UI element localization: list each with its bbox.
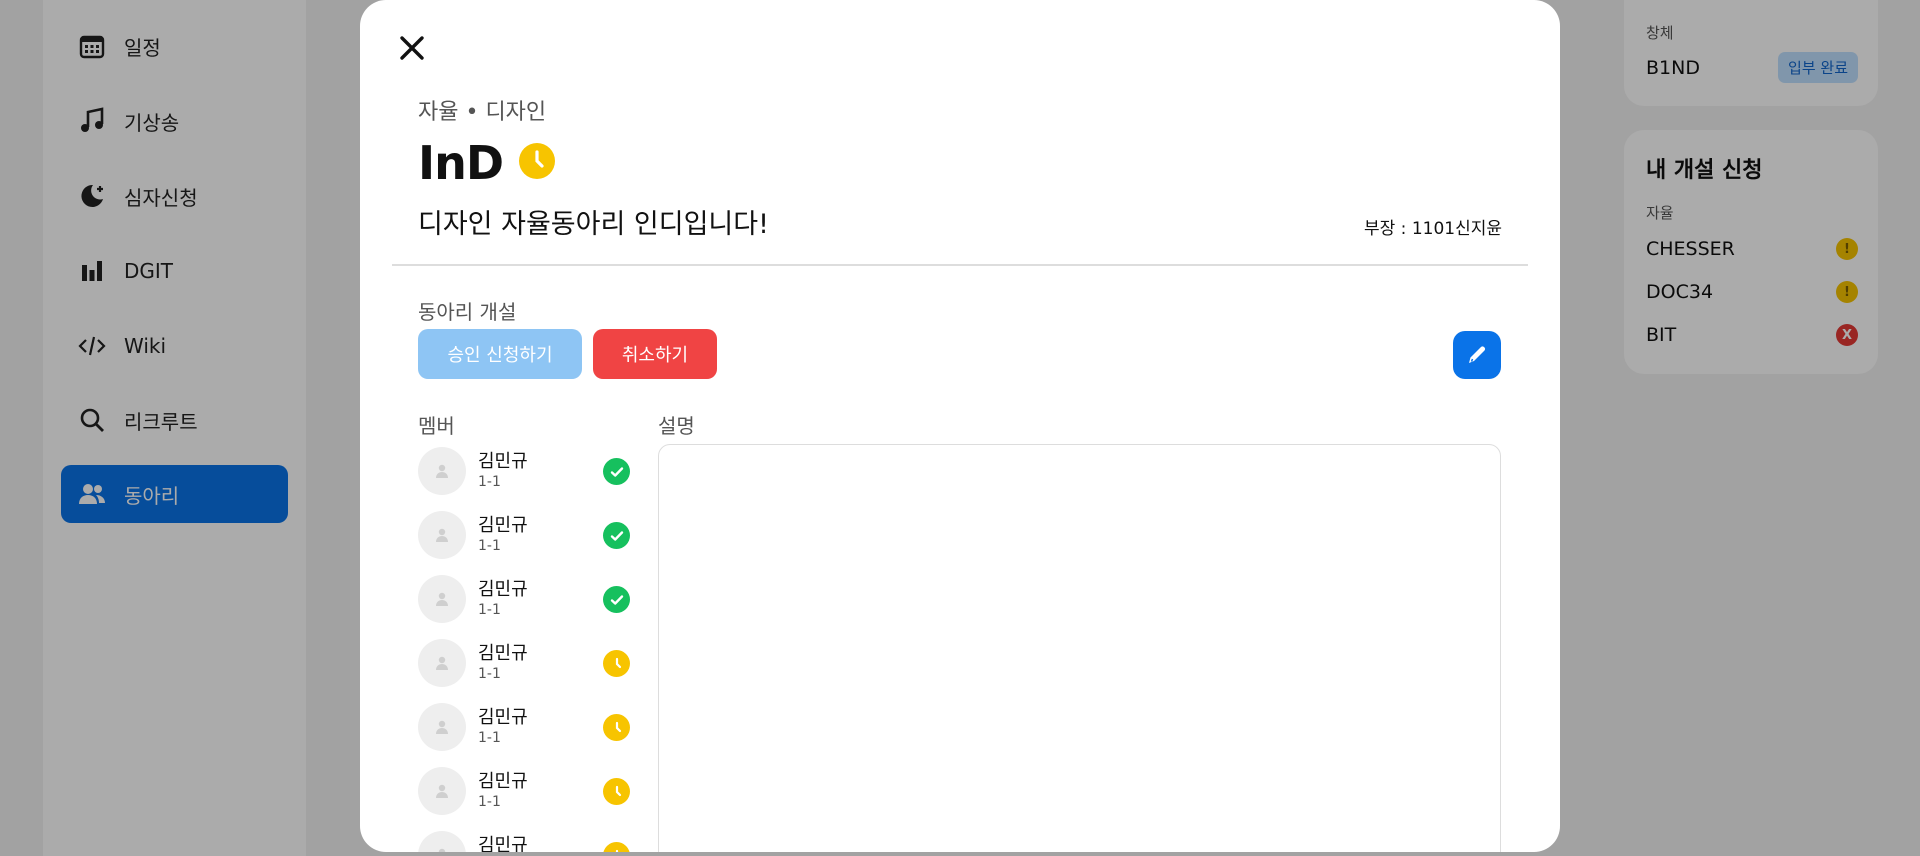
close-button[interactable] (394, 30, 430, 66)
member-item[interactable]: 김민규 1-1 (418, 510, 630, 560)
member-item[interactable]: 김민규 1-1 (418, 638, 630, 688)
description-textarea[interactable] (658, 444, 1501, 852)
member-class: 1-1 (478, 474, 501, 490)
member-name: 김민규 (478, 451, 528, 472)
avatar (418, 639, 466, 687)
cancel-button[interactable]: 취소하기 (593, 329, 717, 379)
member-class: 1-1 (478, 794, 501, 810)
members-label: 멤버 (418, 414, 455, 438)
clock-icon (519, 136, 556, 190)
member-class: 1-1 (478, 602, 501, 618)
club-description: 디자인 자율동아리 인디입니다! (418, 209, 769, 240)
member-item[interactable]: 김민규 1-1 (418, 766, 630, 816)
page-title: InD (418, 136, 504, 190)
club-title-row: InD (418, 136, 556, 190)
member-item[interactable]: 김민규1-1 (418, 830, 630, 852)
member-item[interactable]: 김민규 1-1 (418, 574, 630, 624)
edit-button[interactable] (1453, 331, 1501, 379)
check-icon (603, 586, 630, 613)
member-name: 김민규 (478, 771, 528, 792)
clock-icon (603, 842, 630, 852)
pencil-icon (1469, 346, 1485, 363)
check-icon (603, 458, 630, 485)
avatar (418, 575, 466, 623)
member-class: 1-1 (478, 538, 501, 554)
open-section-label: 동아리 개설 (418, 300, 517, 324)
member-item[interactable]: 김민규 1-1 (418, 702, 630, 752)
club-detail-modal: 자율 • 디자인 InD 디자인 자율동아리 인디입니다! 부장 : 1101신… (360, 0, 1560, 852)
check-icon (603, 522, 630, 549)
club-leader: 부장 : 1101신지윤 (1364, 219, 1502, 239)
description-label: 설명 (658, 414, 695, 438)
avatar (418, 767, 466, 815)
clock-icon (603, 650, 630, 677)
member-class: 1-1 (478, 666, 501, 682)
close-icon (400, 36, 424, 60)
avatar (418, 511, 466, 559)
approve-request-button[interactable]: 승인 신청하기 (418, 329, 582, 379)
avatar (418, 703, 466, 751)
member-name: 김민규 (478, 835, 528, 852)
member-name: 김민규 (478, 515, 528, 536)
member-name: 김민규 (478, 707, 528, 728)
member-name: 김민규 (478, 643, 528, 664)
clock-icon (603, 714, 630, 741)
member-class: 1-1 (478, 730, 501, 746)
club-category: 자율 • 디자인 (418, 100, 547, 125)
divider (392, 264, 1528, 266)
member-item[interactable]: 김민규 1-1 (418, 446, 630, 496)
avatar (418, 831, 466, 852)
avatar (418, 447, 466, 495)
clock-icon (603, 778, 630, 805)
member-name: 김민규 (478, 579, 528, 600)
